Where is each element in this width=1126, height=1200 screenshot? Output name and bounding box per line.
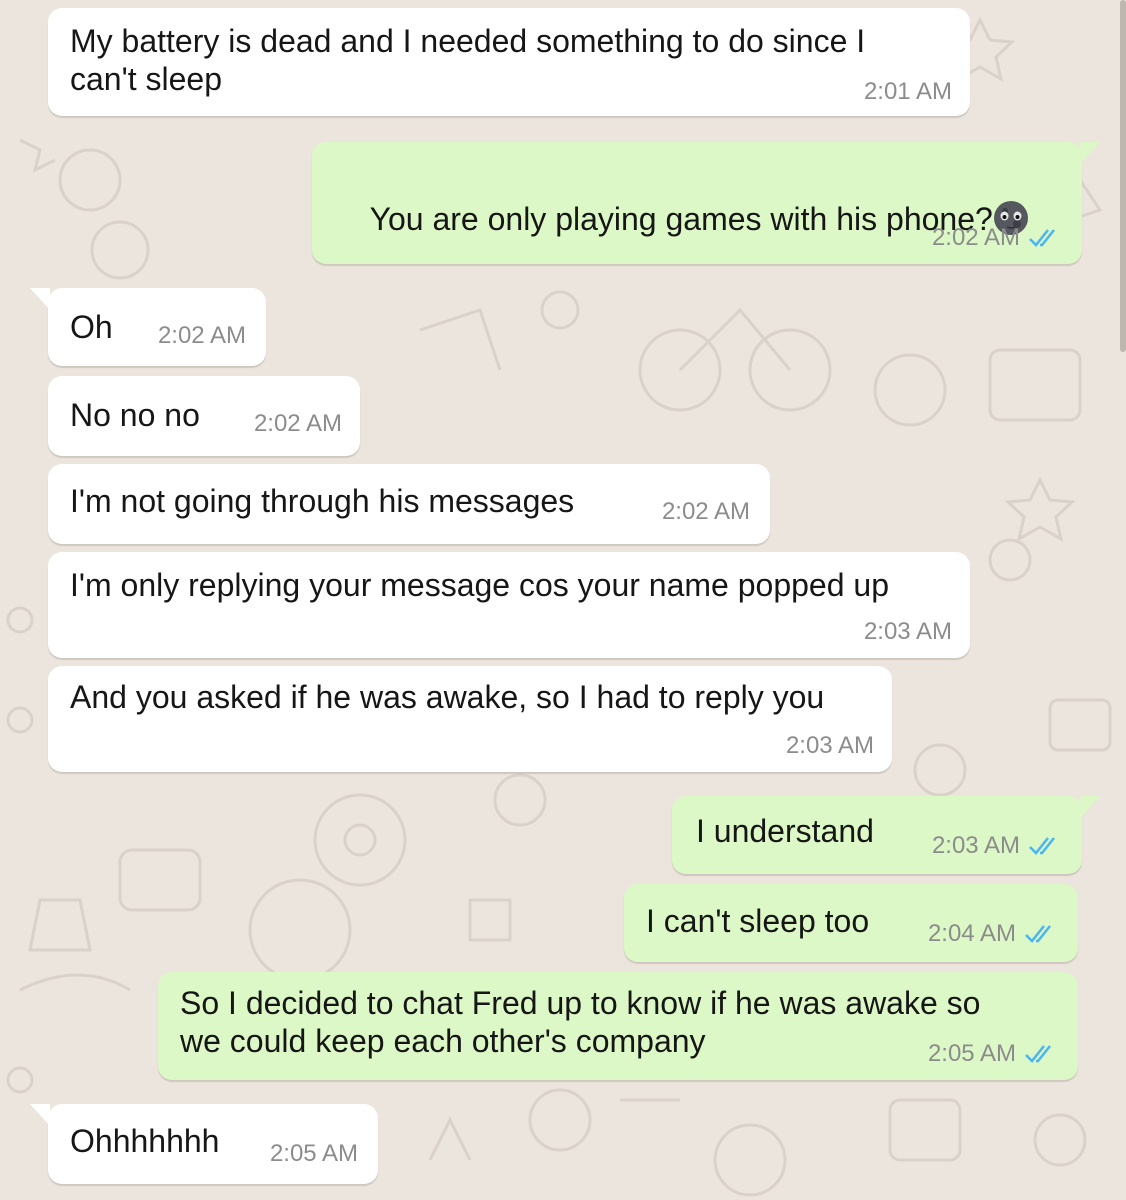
message-text: I can't sleep too	[646, 903, 870, 939]
message-time: 2:02 AM	[661, 498, 750, 525]
double-check-read-icon	[1025, 1045, 1052, 1063]
message-time: 2:02 AM	[931, 224, 1020, 251]
message-time: 2:03 AM	[863, 618, 952, 645]
scrollbar-thumb[interactable]	[1120, 0, 1126, 352]
message-bubble-incoming[interactable]: My battery is dead and I needed somethin…	[48, 8, 970, 116]
message-text: You are only playing games with his phon…	[369, 201, 993, 237]
message-bubble-incoming[interactable]: No no no 2:02 AM	[48, 376, 360, 456]
message-time: 2:05 AM	[269, 1140, 358, 1167]
message-time: 2:05 AM	[927, 1040, 1016, 1067]
message-text: So I decided to chat Fred up to know if …	[180, 985, 981, 1059]
message-text: And you asked if he was awake, so I had …	[70, 679, 825, 715]
message-time: 2:02 AM	[253, 410, 342, 437]
message-text: Oh	[70, 309, 113, 345]
message-bubble-outgoing[interactable]: So I decided to chat Fred up to know if …	[158, 972, 1078, 1080]
message-text: Ohhhhhhh	[70, 1123, 220, 1159]
message-text: I'm only replying your message cos your …	[70, 567, 889, 603]
message-text: My battery is dead and I needed somethin…	[70, 23, 866, 97]
message-bubble-incoming[interactable]: I'm only replying your message cos your …	[48, 552, 970, 658]
double-check-read-icon	[1029, 229, 1056, 247]
message-bubble-incoming[interactable]: Ohhhhhhh 2:05 AM	[30, 1104, 378, 1184]
message-bubble-outgoing[interactable]: You are only playing games with his phon…	[312, 142, 1100, 264]
message-bubble-outgoing[interactable]: I understand 2:03 AM	[672, 796, 1100, 874]
message-time: 2:03 AM	[785, 732, 874, 759]
message-time: 2:02 AM	[157, 322, 246, 349]
double-check-read-icon	[1025, 925, 1052, 943]
message-text: I understand	[696, 813, 874, 849]
double-check-read-icon	[1029, 837, 1056, 855]
message-text: I'm not going through his messages	[70, 483, 575, 519]
message-bubble-outgoing[interactable]: I can't sleep too 2:04 AM	[624, 884, 1078, 962]
message-time: 2:01 AM	[863, 78, 952, 105]
message-text: No no no	[70, 397, 200, 433]
message-time: 2:04 AM	[927, 920, 1016, 947]
message-bubble-incoming[interactable]: I'm not going through his messages 2:02 …	[48, 464, 770, 544]
message-bubble-incoming[interactable]: And you asked if he was awake, so I had …	[48, 666, 892, 772]
message-bubble-incoming[interactable]: Oh 2:02 AM	[30, 288, 266, 366]
message-time: 2:03 AM	[931, 832, 1020, 859]
